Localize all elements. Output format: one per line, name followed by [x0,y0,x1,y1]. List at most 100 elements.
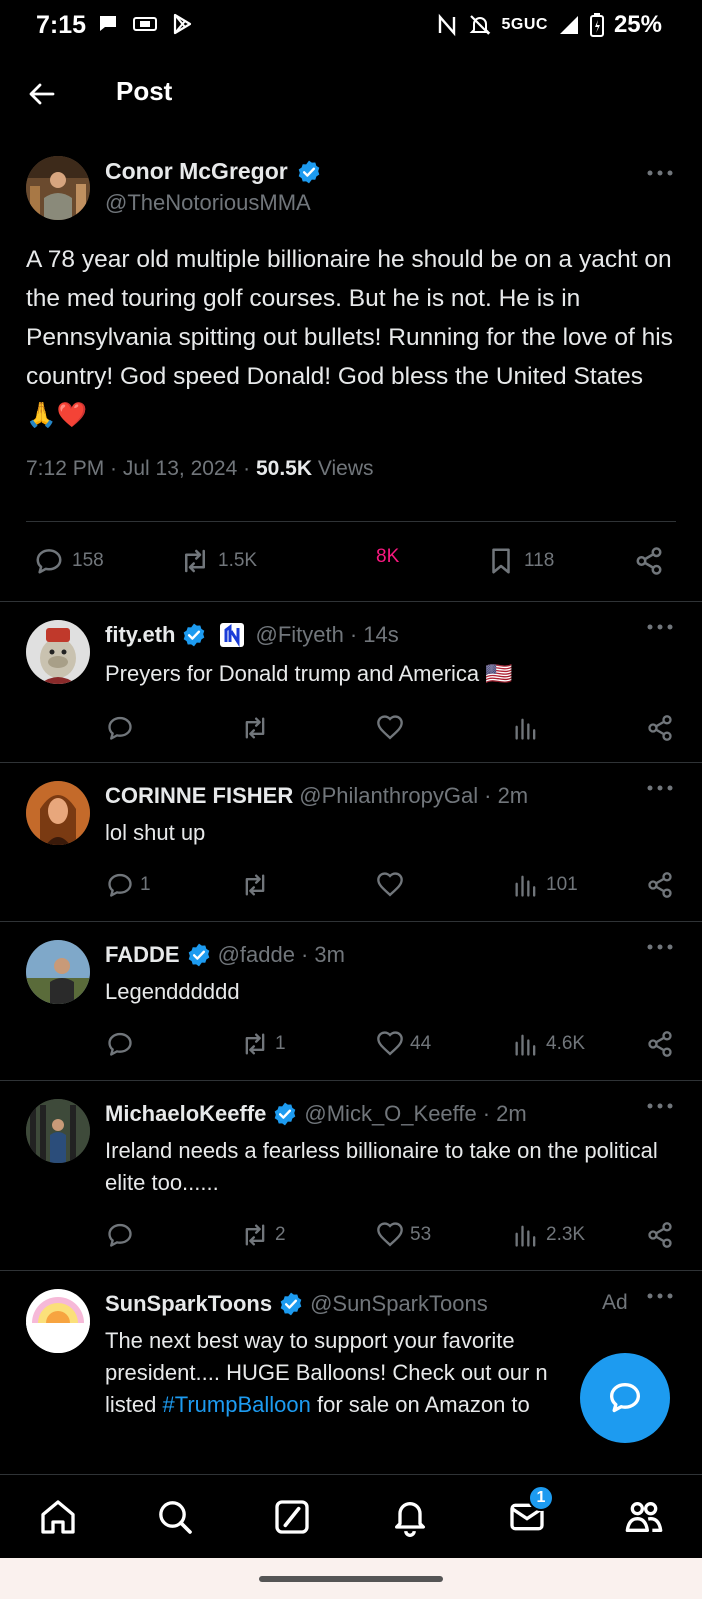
reply-more-button[interactable] [646,622,674,632]
share-icon [648,1031,672,1057]
compose-reply-button[interactable] [580,1353,670,1443]
reply-author-name[interactable]: FADDE [105,942,180,968]
reply-avatar[interactable] [26,1099,90,1163]
ad-text-line: listed #TrumpBalloon for sale on Amazon … [105,1389,600,1421]
reply-author-name[interactable]: fity.eth [105,622,175,648]
reply-more-button[interactable] [646,1101,674,1111]
reply-header: MichaeloKeeffe @Mick_O_Keeffe · 2m [105,1101,527,1127]
communities-icon [625,1502,663,1532]
reply-author-handle[interactable]: @Fityeth [255,622,343,648]
share-icon [648,715,672,741]
reply-author-name[interactable]: CORINNE FISHER [105,783,293,809]
reply-author-name[interactable]: SunSparkToons [105,1291,272,1317]
reply-icon [108,716,132,740]
reply-button[interactable] [106,714,140,742]
views-icon [515,875,536,897]
like-button[interactable]: 8K [376,546,399,568]
share-button[interactable] [634,546,664,576]
reply-time: · 2m [482,1101,527,1126]
reply-button[interactable] [106,1221,140,1249]
nav-notifications[interactable] [390,1497,430,1537]
share-button[interactable] [646,714,674,742]
reply-author-handle[interactable]: @SunSparkToons [310,1291,488,1317]
repost-icon [245,717,265,739]
reply-more-button[interactable] [646,942,674,952]
more-icon [647,170,673,176]
bookmark-icon [492,548,510,574]
reply-author-handle[interactable]: @Mick_O_Keeffe [304,1101,476,1127]
repost-button[interactable] [241,871,275,899]
reply-button[interactable]: 1 [106,871,151,899]
reply-header: FADDE @fadde · 3m [105,942,345,968]
like-button[interactable] [376,871,410,899]
nav-home[interactable] [38,1497,78,1537]
more-icon [647,1293,673,1299]
author-name[interactable]: Conor McGregor [105,158,288,185]
repost-button[interactable] [241,714,275,742]
nfc-icon [438,13,455,37]
ad-text-start: The next best way to support your favori… [105,1328,548,1385]
author-avatar[interactable] [26,156,90,220]
author-handle[interactable]: @TheNotoriousMMA [105,190,311,216]
gesture-handle[interactable] [259,1576,443,1582]
views-button[interactable]: 101 [512,871,578,899]
repost-icon [245,1224,265,1246]
reply-text: Legendddddd [105,979,240,1004]
reply-avatar[interactable] [26,940,90,1004]
share-icon [648,1222,672,1248]
views-count[interactable]: 50.5K [256,457,312,480]
like-button[interactable]: 44 [376,1030,431,1058]
repost-icon [245,874,265,896]
reply-actions: 1 44 4.6K [0,1030,702,1060]
network-label: 5GUC [501,16,548,33]
hashtag-link[interactable]: #TrumpBalloon [162,1392,310,1417]
play-store-icon [173,13,192,35]
battery-icon [589,13,604,37]
repost-button[interactable]: 2 [241,1221,286,1249]
nav-communities[interactable] [624,1497,664,1537]
views-label: Views [312,457,374,480]
share-button[interactable] [646,1221,674,1249]
reply-avatar[interactable] [26,620,90,684]
reply-more-button[interactable] [646,1291,674,1301]
reply-avatar[interactable] [26,1289,90,1353]
reply-button[interactable] [106,1030,140,1058]
verified-icon [275,1102,296,1126]
share-button[interactable] [646,871,674,899]
like-button[interactable]: 53 [376,1221,431,1249]
reply-item[interactable]: MichaeloKeeffe @Mick_O_Keeffe · 2m Irela… [0,1081,702,1270]
reply-item[interactable]: fity.eth @Fityeth · 14s Preyers for Dona… [0,602,702,762]
reply-button[interactable]: 158 [34,546,104,576]
view-count: 4.6K [546,1033,586,1054]
signal-icon [559,16,578,34]
share-icon [636,547,662,575]
share-button[interactable] [646,1030,674,1058]
reply-item[interactable]: CORINNE FISHER @PhilanthropyGal · 2m lol… [0,763,702,921]
reply-text: Preyers for Donald trump and America 🇺🇸 [105,661,513,686]
search-icon [159,1501,192,1534]
like-icon [377,872,403,897]
reply-icon [108,1223,132,1247]
reply-author-handle[interactable]: @fadde [218,942,295,968]
back-arrow-icon [29,83,55,105]
reply-time: · 14s [349,622,399,647]
like-icon [377,715,403,740]
views-button[interactable] [512,714,546,742]
repost-button[interactable]: 1 [241,1030,286,1058]
like-count: 8K [376,546,400,567]
like-button[interactable] [376,714,410,742]
nav-grok[interactable] [272,1497,312,1537]
bookmark-button[interactable]: 118 [486,546,554,576]
views-button[interactable]: 2.3K [512,1221,585,1249]
more-icon [647,624,673,630]
reply-author-name[interactable]: MichaeloKeeffe [105,1101,266,1127]
back-button[interactable] [26,78,58,110]
nav-search[interactable] [155,1497,195,1537]
reply-author-handle[interactable]: @PhilanthropyGal [299,783,478,809]
reply-item[interactable]: FADDE @fadde · 3m Legendddddd 1 44 4.6K [0,922,702,1080]
views-button[interactable]: 4.6K [512,1030,585,1058]
repost-button[interactable]: 1.5K [180,546,257,576]
reply-more-button[interactable] [646,783,674,793]
reply-avatar[interactable] [26,781,90,845]
post-more-button[interactable] [646,168,674,178]
